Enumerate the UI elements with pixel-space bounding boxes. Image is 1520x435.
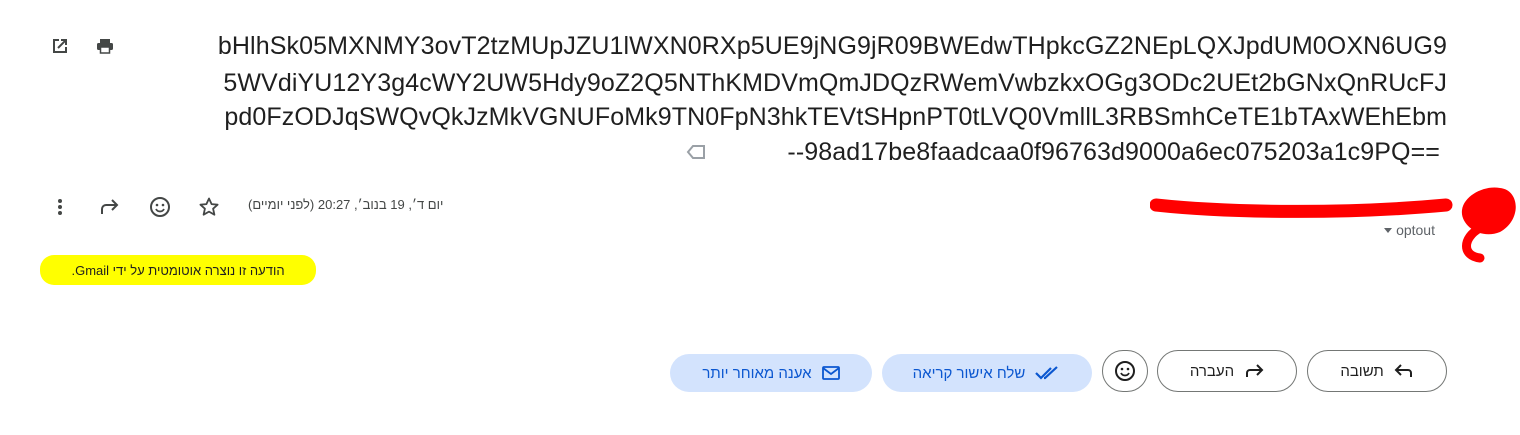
open-in-new-window-icon[interactable]: [44, 30, 76, 62]
reply-label: תשובה: [1340, 362, 1384, 380]
send-read-receipt-button[interactable]: שלח אישור קריאה: [882, 354, 1092, 392]
more-vertical-icon[interactable]: [44, 191, 76, 223]
label-tag-icon[interactable]: [680, 136, 712, 168]
reply-icon: [1394, 364, 1412, 377]
reply-later-button[interactable]: אענה מאוחר יותר: [670, 354, 872, 392]
subject-line-1: bHlhSk05MXNMY3ovT2tzMUpJZU1lWXN0RXp5UE9j…: [217, 32, 1447, 60]
emoji-reaction-button[interactable]: [1102, 350, 1148, 392]
star-icon[interactable]: [193, 191, 225, 223]
print-icon[interactable]: [89, 30, 121, 62]
email-date: יום ד׳, 19 בנוב׳, 20:27 (לפני יומיים): [248, 197, 444, 212]
forward-icon[interactable]: [94, 191, 126, 223]
emoji-icon[interactable]: [144, 191, 176, 223]
reply-button[interactable]: תשובה: [1307, 350, 1447, 392]
forward-arrow-icon: [1246, 364, 1264, 377]
optout-sender[interactable]: optout: [1396, 222, 1435, 238]
reply-later-label: אענה מאוחר יותר: [702, 364, 812, 382]
subject-line-4: --98ad17be8faadcaa0f96763d9000a6ec075203…: [787, 138, 1440, 166]
chevron-down-icon[interactable]: [1384, 228, 1392, 233]
redaction-scribble: [1150, 187, 1516, 263]
emoji-icon: [1115, 361, 1135, 381]
forward-label: העברה: [1189, 362, 1235, 380]
forward-button[interactable]: העברה: [1157, 350, 1297, 392]
mail-icon: [821, 366, 840, 380]
double-check-icon: [1035, 366, 1059, 380]
subject-line-2: 5WVdiYU12Y3g4cWY2UW5Hdy9oZ2Q5NThKMDVmQmJ…: [223, 69, 1447, 97]
subject-line-3: pd0FzODJqSWQvQkJzMkVGNUFoMk9TN0FpN3hkTEV…: [224, 103, 1447, 131]
auto-generated-note: הודעה זו נוצרה אוטומטית על ידי Gmail.: [40, 255, 316, 285]
send-read-receipt-label: שלח אישור קריאה: [912, 364, 1026, 382]
